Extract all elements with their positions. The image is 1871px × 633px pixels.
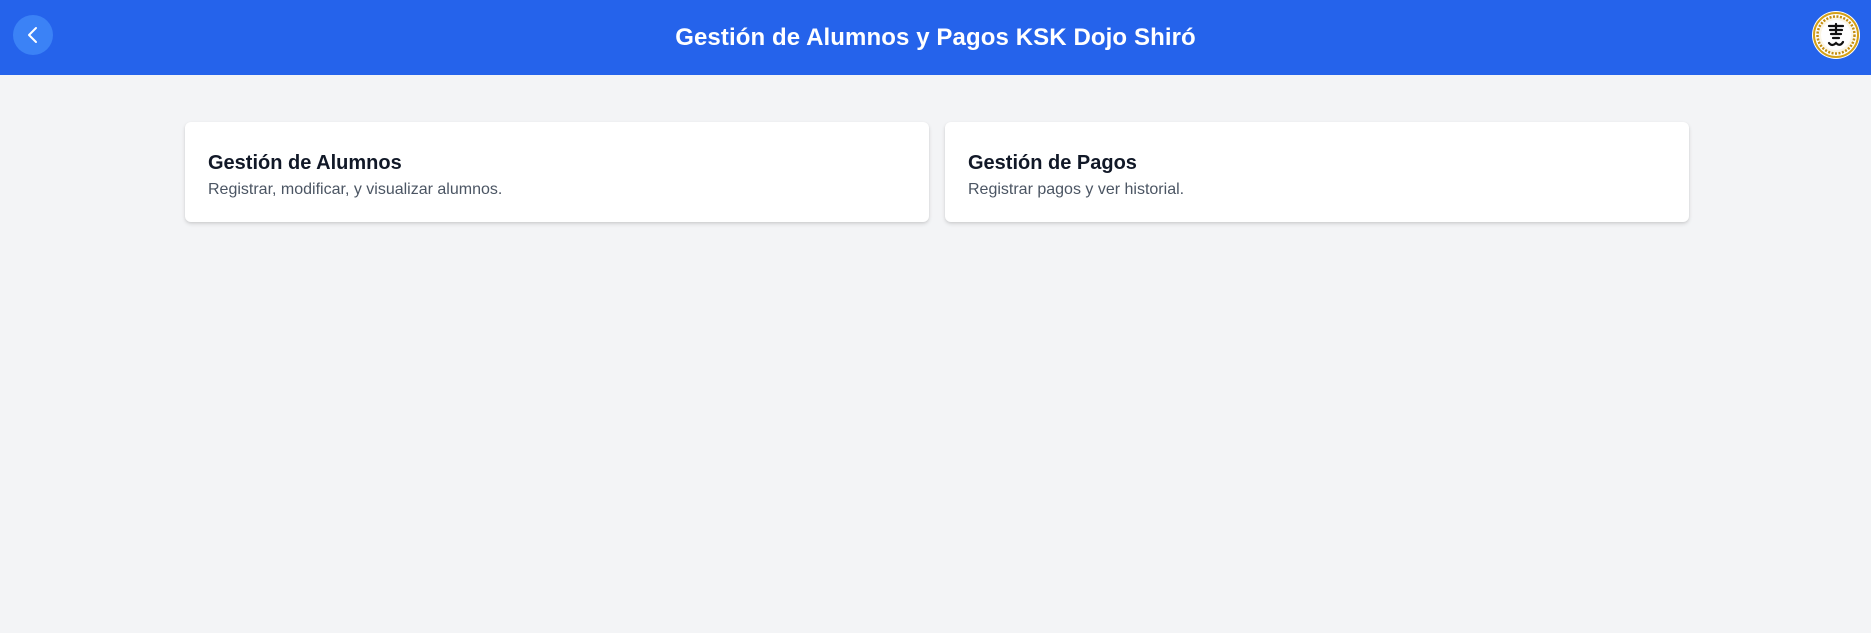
chevron-left-icon [28,27,37,43]
back-button[interactable] [13,15,53,55]
payments-management-card[interactable]: Gestión de Pagos Registrar pagos y ver h… [945,122,1689,222]
students-management-card[interactable]: Gestión de Alumnos Registrar, modificar,… [185,122,929,222]
dojo-logo[interactable] [1812,11,1860,59]
card-description: Registrar pagos y ver historial. [968,181,1185,198]
dojo-logo-icon [1813,12,1859,58]
app-header: Gestión de Alumnos y Pagos KSK Dojo Shir… [0,0,1871,75]
card-title: Gestión de Pagos [968,152,1137,174]
card-description: Registrar, modificar, y visualizar alumn… [208,181,503,198]
page-title: Gestión de Alumnos y Pagos KSK Dojo Shir… [675,23,1196,51]
card-title: Gestión de Alumnos [208,152,402,174]
module-cards: Gestión de Alumnos Registrar, modificar,… [185,122,1689,222]
